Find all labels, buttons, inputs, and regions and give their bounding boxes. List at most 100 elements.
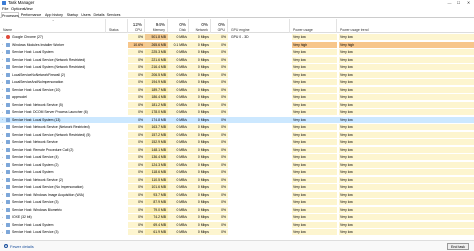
process-row[interactable]: › Service Host: Local System (13) 0% 174.8 … — [0, 116, 474, 123]
cell-cpu: 0% — [128, 161, 145, 168]
tab-services[interactable]: Services — [106, 12, 121, 18]
cell-power: Very low — [292, 49, 337, 55]
tab-app-history[interactable]: App history — [43, 12, 65, 18]
cell-gpu: 0% — [211, 41, 228, 48]
expand-chevron-icon[interactable]: › — [2, 73, 5, 76]
header-gpu-engine[interactable]: GPU engine — [228, 19, 290, 33]
expand-chevron-icon[interactable]: › — [2, 148, 5, 151]
process-row[interactable]: › Service Host: DCOM Server Process Launc… — [0, 109, 474, 115]
chevron-up-icon[interactable]: ^ — [4, 244, 8, 248]
expand-chevron-icon[interactable]: › — [2, 43, 5, 46]
process-row[interactable]: › Service Host: Local Service (3) 0% 87.9 M… — [0, 199, 474, 205]
process-row[interactable]: › appmodel 0% 186.4 MB 0 MB/s 0 Mbps 0% Very lo… — [0, 94, 474, 100]
process-row[interactable]: › Google Chrome (27) 0% 501.8 MB 0 MB/s 0 Mbp… — [0, 34, 474, 40]
expand-chevron-icon[interactable]: › — [2, 178, 5, 181]
cell-gpu: 0% — [211, 131, 228, 138]
header-power-trend[interactable]: Power usage trend — [337, 19, 474, 33]
tab-details[interactable]: Details — [92, 12, 106, 18]
cell-trend: Very low — [339, 64, 474, 70]
expand-chevron-icon[interactable]: › — [2, 163, 5, 166]
cell-gpu: 0% — [211, 191, 228, 198]
process-row[interactable]: › Service Host: Local Service (No Imperso… — [0, 184, 474, 190]
process-row[interactable]: › Service Host: Windows Biometric 0% 79.0 M… — [0, 206, 474, 213]
process-name: Service Host: Local Service (3) — [12, 200, 59, 204]
process-row[interactable]: › Service Host: Local System 0% 118.6 MB 0 M… — [0, 169, 474, 175]
expand-chevron-icon[interactable]: › — [2, 96, 5, 99]
process-row[interactable]: › Service Host: Local System (2) 0% 124.3 M… — [0, 161, 474, 168]
header-cpu[interactable]: 12% CPU — [128, 19, 145, 33]
expand-chevron-icon[interactable]: › — [2, 111, 5, 114]
cell-net: 0 Mbps — [189, 94, 211, 100]
process-row[interactable]: › Service Host: Local Service (Network Re… — [0, 56, 474, 63]
expand-chevron-icon[interactable]: › — [2, 231, 5, 234]
process-row[interactable]: › Service Host: Local Service (Network Re… — [0, 131, 474, 138]
service-host-icon — [6, 140, 10, 144]
tab-startup[interactable]: Startup — [65, 12, 80, 18]
cell-gpu-engine — [230, 64, 290, 70]
expand-chevron-icon[interactable]: › — [2, 81, 5, 84]
process-row[interactable]: › LocalServiceAndNoImpersonation 0% 194.9 M… — [0, 79, 474, 85]
process-row[interactable]: › Service Host: Local System (Network Res… — [0, 64, 474, 70]
cell-power: Very high — [292, 41, 337, 48]
cell-gpu-engine — [230, 49, 290, 55]
expand-chevron-icon[interactable]: › — [2, 88, 5, 91]
cell-gpu-engine — [230, 42, 290, 48]
cell-net: 0 Mbps — [189, 191, 211, 198]
process-row[interactable]: › Service Host: Remote Procedure Call (2)… — [0, 146, 474, 153]
cell-gpu: 0% — [211, 34, 228, 40]
cell-cpu: 0% — [128, 221, 145, 228]
cell-net: 0 Mbps — [189, 139, 211, 145]
cell-power: Very low — [293, 117, 306, 122]
header-power-usage[interactable]: Power usage — [290, 19, 337, 33]
expand-chevron-icon[interactable]: › — [2, 216, 5, 219]
expand-chevron-icon[interactable]: › — [2, 186, 5, 189]
cell-trend: Very low — [340, 117, 353, 122]
process-row[interactable]: › Service Host: Local System 0% 225.3 MB 0 M… — [0, 49, 474, 55]
cell-gpu: 0% — [211, 64, 228, 70]
cell-cpu: 10.6% — [128, 41, 145, 48]
expand-chevron-icon[interactable]: › — [2, 223, 5, 226]
expand-chevron-icon[interactable]: › — [2, 171, 5, 174]
process-row[interactable]: › Service Host: Local Service (10) 0% 189.7… — [0, 86, 474, 93]
expand-chevron-icon[interactable]: › — [2, 36, 5, 39]
process-row[interactable]: › Service Host: Network Service 0% 152.9 MB… — [0, 139, 474, 145]
process-row[interactable]: › Service Host: Local System 0% 69.4 MB 0 MB… — [0, 221, 474, 228]
header-status[interactable]: Status — [106, 19, 128, 33]
header-disk[interactable]: 0% Disk — [168, 19, 189, 33]
cell-gpu: 0% — [211, 154, 228, 160]
header-network[interactable]: 0% Network — [189, 19, 211, 33]
expand-chevron-icon[interactable]: › — [2, 141, 5, 144]
process-row[interactable]: › Service Host: Windows Image Acquisition… — [0, 191, 474, 198]
expand-chevron-icon[interactable]: › — [2, 51, 5, 54]
header-gpu[interactable]: 0% GPU — [211, 19, 228, 33]
expand-chevron-icon[interactable]: › — [2, 126, 5, 129]
process-row[interactable]: › Windows Modules Installer Worker 10.6% 26… — [0, 41, 474, 48]
expand-chevron-icon[interactable]: › — [2, 58, 5, 61]
process-row[interactable]: › LocalServiceNoNetworkFirewall (2) 0% 206.… — [0, 71, 474, 78]
process-row[interactable]: › IOXE (32 bit) 0% 74.2 MB 0 MB/s 0 Mbps 0% Ver… — [0, 214, 474, 220]
process-row[interactable]: › Service Host: Network Service (Network … — [0, 124, 474, 130]
tab-processes[interactable]: Processes — [1, 12, 19, 18]
process-row[interactable]: › Service Host: Local Service (3) 0% 61.9 M… — [0, 229, 474, 235]
process-row[interactable]: › Service Host: Local Service (4) 0% 136.4 … — [0, 154, 474, 160]
tab-performance[interactable]: Performance — [19, 12, 43, 18]
tab-users[interactable]: Users — [80, 12, 92, 18]
process-name: Service Host: Network Service — [12, 140, 58, 144]
expand-chevron-icon[interactable]: › — [2, 193, 5, 196]
cell-cpu: 0% — [128, 109, 145, 115]
end-task-button[interactable]: End task — [447, 243, 469, 250]
expand-chevron-icon[interactable]: › — [2, 133, 5, 136]
process-row[interactable]: › Service Host: Network Service (5) 0% 181.… — [0, 101, 474, 108]
expand-chevron-icon[interactable]: › — [2, 201, 5, 204]
expand-chevron-icon[interactable]: › — [2, 156, 5, 159]
header-name[interactable]: ^ Name — [0, 19, 106, 33]
expand-chevron-icon[interactable]: › — [2, 66, 5, 69]
service-host-icon — [6, 147, 10, 152]
expand-chevron-icon[interactable]: › — [2, 208, 5, 211]
expand-chevron-icon[interactable]: › — [2, 118, 5, 121]
process-row[interactable]: › Service Host: Network Service (2) 0% 110.… — [0, 176, 474, 183]
fewer-details-link[interactable]: Fewer details — [10, 244, 34, 249]
cell-disk: 0 MB/s — [168, 71, 189, 78]
header-memory[interactable]: 94% Memory — [145, 19, 168, 33]
expand-chevron-icon[interactable]: › — [2, 103, 5, 106]
